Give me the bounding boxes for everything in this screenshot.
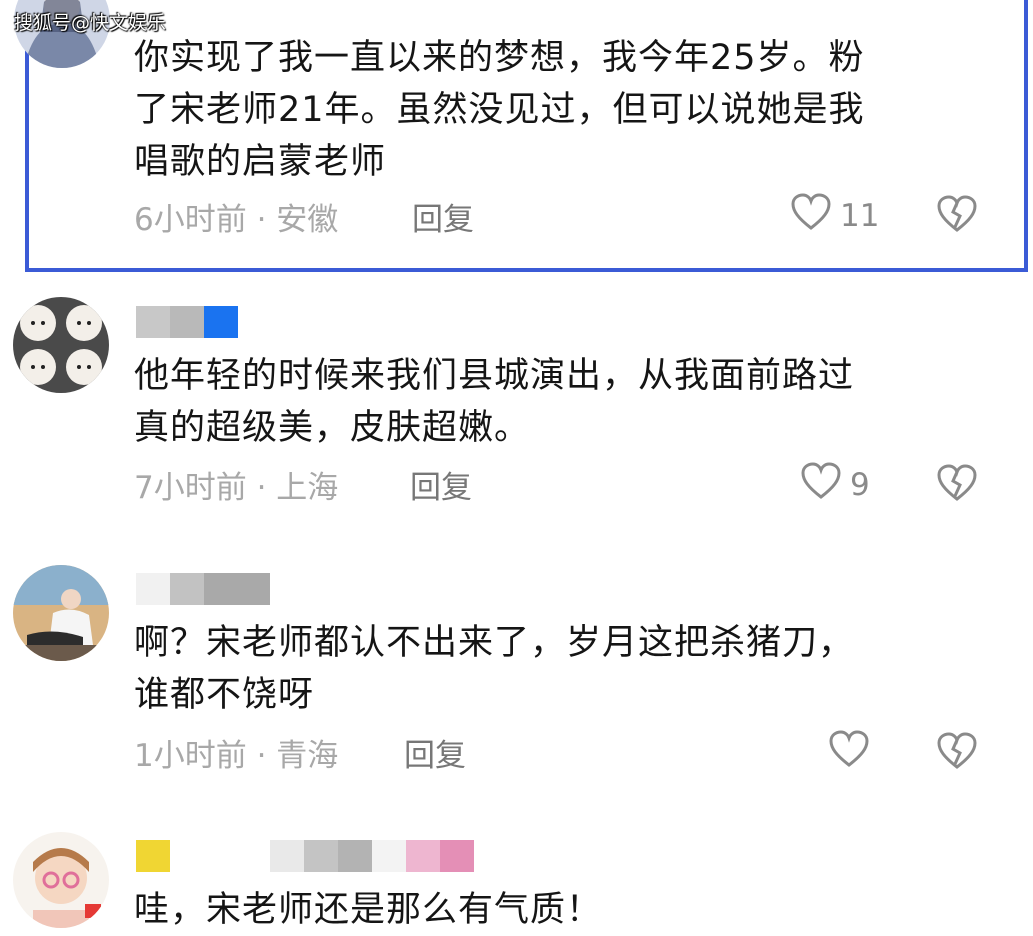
like-button[interactable]: [828, 729, 878, 777]
comment-meta: 7小时前 · 上海: [134, 470, 339, 506]
broken-heart-icon: [937, 464, 977, 501]
broken-heart-icon: [937, 732, 977, 769]
avatar[interactable]: [13, 832, 109, 928]
dislike-button[interactable]: [936, 731, 978, 775]
like-button[interactable]: 11: [790, 192, 879, 240]
reply-button[interactable]: 回复: [412, 194, 474, 239]
comment-meta: 6小时前 · 安徽: [134, 202, 339, 238]
like-button[interactable]: 9: [800, 461, 870, 509]
reply-button[interactable]: 回复: [404, 730, 466, 775]
dislike-button[interactable]: [936, 194, 978, 238]
like-count: 11: [840, 198, 880, 234]
comment-text: 啊？宋老师都认不出来了，岁月这把杀猪刀， 谁都不饶呀: [134, 623, 855, 715]
broken-heart-icon: [937, 195, 977, 232]
heart-outline-icon: [800, 461, 842, 509]
comment-meta: 1小时前 · 青海: [134, 738, 339, 774]
username-redacted[interactable]: [136, 573, 270, 605]
username-redacted[interactable]: [136, 306, 238, 338]
avatar[interactable]: [13, 565, 109, 661]
comment-text: 哇，宋老师还是那么有气质！: [134, 890, 603, 930]
reply-button[interactable]: 回复: [410, 462, 472, 507]
heart-outline-icon: [790, 192, 832, 240]
comment-text: 你实现了我一直以来的梦想，我今年25岁。粉 了宋老师21年。虽然没见过，但可以说…: [134, 38, 865, 182]
dislike-button[interactable]: [936, 463, 978, 507]
like-count: 9: [850, 467, 870, 503]
heart-outline-icon: [828, 729, 870, 777]
watermark: 搜狐号@快文娱乐: [14, 12, 167, 34]
username-redacted[interactable]: [136, 840, 474, 872]
comment-text: 他年轻的时候来我们县城演出，从我面前路过 真的超级美，皮肤超嫩。: [134, 356, 855, 448]
avatar[interactable]: [13, 297, 109, 393]
